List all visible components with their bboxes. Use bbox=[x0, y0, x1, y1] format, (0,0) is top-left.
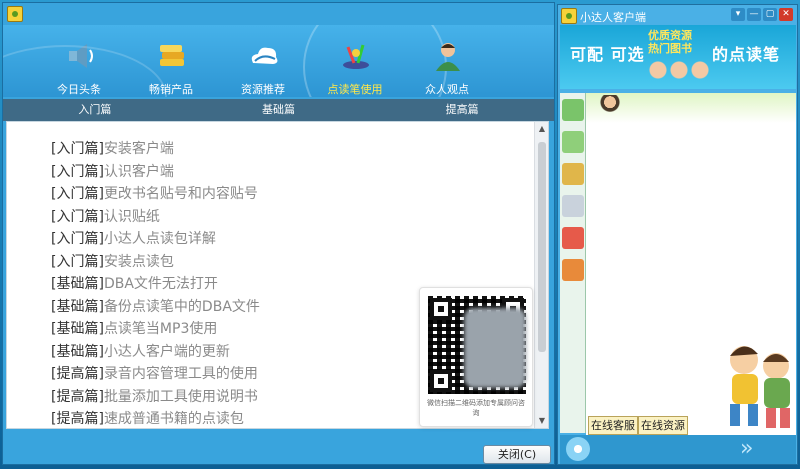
side-footer: » bbox=[560, 435, 796, 464]
list-item[interactable]: [入门篇]安装点读包 bbox=[51, 251, 260, 274]
leaf-icon[interactable] bbox=[562, 99, 584, 121]
window-controls: ▾ — ▢ ✕ bbox=[731, 8, 793, 21]
list-item[interactable]: [入门篇]小达人点读包详解 bbox=[51, 228, 260, 251]
main-header: 今日头条 畅销产品 资源推荐 点读笔使用 众人观点 bbox=[3, 25, 554, 97]
qr-card: 微信扫描二维码添加专属顾问咨询 bbox=[419, 287, 533, 427]
list-item[interactable]: [入门篇]更改书名贴号和内容贴号 bbox=[51, 183, 260, 206]
tab-advanced[interactable]: 提高篇 bbox=[370, 99, 554, 121]
first-aid-icon[interactable] bbox=[562, 227, 584, 249]
menu-icon[interactable]: ▾ bbox=[731, 8, 745, 21]
speaker-icon bbox=[69, 44, 93, 68]
books-icon bbox=[160, 45, 184, 66]
list-item[interactable]: [提高篇]录音内容管理工具的使用 bbox=[51, 363, 260, 386]
close-icon[interactable]: ✕ bbox=[779, 8, 793, 21]
banner-tail: 的点读笔 bbox=[712, 45, 781, 64]
side-window-title: 小达人客户端 bbox=[580, 11, 646, 24]
pen-icon bbox=[343, 44, 369, 69]
nav-item-headlines[interactable]: 今日头条 bbox=[33, 25, 125, 97]
document-icon[interactable] bbox=[562, 195, 584, 217]
main-titlebar[interactable] bbox=[3, 3, 554, 25]
picture-icon[interactable] bbox=[562, 131, 584, 153]
article-list: [入门篇]安装客户端 [入门篇]认识客户端 [入门篇]更改书名贴号和内容贴号 [… bbox=[51, 138, 260, 431]
banner-kids-image bbox=[644, 55, 714, 85]
list-item[interactable]: [提高篇]速成普通书籍的点读包 bbox=[51, 408, 260, 431]
side-app-logo-icon bbox=[561, 8, 577, 24]
tab-basic[interactable]: 基础篇 bbox=[187, 99, 371, 121]
nav-label: 众人观点 bbox=[425, 83, 469, 96]
banner-highlight: 优质资源 热门图书 bbox=[648, 29, 692, 55]
list-item[interactable]: [基础篇]小达人客户端的更新 bbox=[51, 341, 260, 364]
list-item[interactable]: [入门篇]安装客户端 bbox=[51, 138, 260, 161]
list-item[interactable]: [基础篇]备份点读笔中的DBA文件 bbox=[51, 296, 260, 319]
sub-nav: 入门篇 基础篇 提高篇 bbox=[3, 99, 554, 121]
store-icon[interactable] bbox=[562, 259, 584, 281]
list-item[interactable]: [基础篇]DBA文件无法打开 bbox=[51, 273, 260, 296]
close-button[interactable]: 关闭(C) bbox=[483, 445, 551, 464]
top-nav: 今日头条 畅销产品 资源推荐 点读笔使用 众人观点 bbox=[33, 25, 533, 97]
minimize-icon[interactable]: — bbox=[747, 8, 761, 21]
qr-finder bbox=[430, 370, 452, 392]
double-arrow-icon[interactable]: » bbox=[740, 437, 753, 461]
list-item[interactable]: [入门篇]认识客户端 bbox=[51, 161, 260, 184]
nav-label: 畅销产品 bbox=[149, 83, 193, 96]
qr-code-icon bbox=[428, 296, 526, 394]
scroll-down-icon[interactable]: ▼ bbox=[537, 416, 547, 426]
scroll-thumb[interactable] bbox=[538, 142, 546, 352]
nav-item-resources[interactable]: 资源推荐 bbox=[217, 25, 309, 97]
vertical-scrollbar[interactable]: ▲ ▼ bbox=[534, 122, 548, 428]
nav-item-bestsellers[interactable]: 畅销产品 bbox=[125, 25, 217, 97]
bar-chart-icon[interactable] bbox=[562, 163, 584, 185]
list-item[interactable]: [入门篇]认识贴纸 bbox=[51, 206, 260, 229]
nav-label: 今日头条 bbox=[57, 83, 101, 96]
nav-item-pen-usage[interactable]: 点读笔使用 bbox=[309, 25, 401, 97]
side-tabs bbox=[560, 93, 586, 433]
person-icon bbox=[436, 43, 460, 71]
scroll-up-icon[interactable]: ▲ bbox=[537, 124, 547, 134]
online-resources-button[interactable]: 在线资源 bbox=[638, 416, 688, 435]
blurred-overlay bbox=[464, 308, 526, 388]
nav-label: 点读笔使用 bbox=[327, 83, 383, 96]
avatar bbox=[600, 95, 620, 113]
ad-banner[interactable]: 可配 可选 优质资源 热门图书 的点读笔 bbox=[560, 25, 796, 89]
kids-illustration bbox=[730, 346, 790, 428]
list-item[interactable]: [基础篇]点读笔当MP3使用 bbox=[51, 318, 260, 341]
main-window: 今日头条 畅销产品 资源推荐 点读笔使用 众人观点 入门篇 基础篇 提高篇 [入… bbox=[2, 2, 555, 465]
cloud-icon bbox=[251, 47, 278, 64]
list-item[interactable]: [提高篇]批量添加工具使用说明书 bbox=[51, 386, 260, 409]
nav-item-opinions[interactable]: 众人观点 bbox=[401, 25, 493, 97]
tab-beginner[interactable]: 入门篇 bbox=[3, 99, 187, 121]
qr-finder bbox=[430, 298, 452, 320]
online-service-button[interactable]: 在线客服 bbox=[588, 416, 638, 435]
nav-label: 资源推荐 bbox=[241, 83, 285, 96]
app-logo-icon bbox=[7, 6, 23, 22]
banner-text: 可配 可选 bbox=[570, 45, 645, 64]
maximize-icon[interactable]: ▢ bbox=[763, 8, 777, 21]
qr-caption: 微信扫描二维码添加专属顾问咨询 bbox=[427, 399, 525, 417]
flower-logo-icon bbox=[566, 437, 590, 461]
